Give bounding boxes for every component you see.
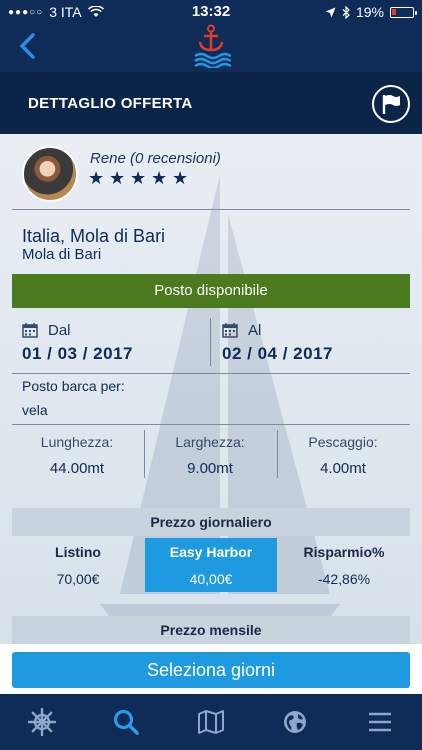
search-icon[interactable]: [112, 708, 140, 736]
owner-name[interactable]: Rene (0 recensioni): [90, 150, 221, 167]
boat-type-label: Posto barca per:: [22, 378, 125, 394]
length-value: 44.00mt: [49, 460, 105, 477]
savings-value: -42,86%: [317, 571, 371, 587]
top-bar: ●●●○○ 3 ITA 13:32 19%: [0, 0, 422, 72]
location-arrow-icon: [325, 7, 336, 17]
length-label: Lunghezza:: [40, 434, 114, 450]
calendar-icon: [222, 323, 238, 338]
star-icon: ★: [109, 168, 126, 188]
menu-icon[interactable]: [366, 708, 394, 736]
star-icon: ★: [130, 168, 147, 188]
easy-harbor-header: Easy Harbor: [169, 544, 253, 560]
boat-type-value: vela: [22, 402, 48, 418]
width-value: 9.00mt: [187, 460, 233, 477]
battery-percent: 19%: [355, 4, 384, 20]
flag-icon: [382, 95, 400, 114]
page-header: DETTAGLIO OFFERTA: [0, 72, 422, 134]
divider: [12, 209, 410, 210]
calendar-icon: [22, 323, 38, 338]
date-to[interactable]: Al 02 / 04 / 2017: [222, 320, 412, 366]
battery-icon: [390, 6, 417, 18]
bluetooth-icon: [342, 5, 350, 19]
length-block: Lunghezza: 44.00mt: [12, 434, 142, 477]
tab-bar: [0, 694, 422, 750]
date-to-label: Al: [248, 322, 262, 339]
location-title: Italia, Mola di Bari: [22, 226, 166, 246]
daily-price-title: Prezzo giornaliero: [12, 508, 410, 536]
helm-icon[interactable]: [28, 708, 56, 736]
draft-label: Pescaggio:: [308, 434, 378, 450]
date-from-value: 01 / 03 / 2017: [22, 344, 133, 363]
draft-block: Pescaggio: 4.00mt: [278, 434, 408, 477]
divider: [210, 318, 211, 366]
date-from[interactable]: Dal 01 / 03 / 2017: [22, 320, 212, 366]
flag-button[interactable]: [372, 85, 410, 123]
easy-harbor-price-column: Easy Harbor 40,00€: [145, 538, 277, 592]
rating-stars: ★ ★ ★ ★ ★: [88, 168, 189, 188]
globe-icon[interactable]: [281, 708, 309, 736]
location-subtitle: Mola di Bari: [22, 246, 102, 263]
date-from-label: Dal: [48, 322, 71, 339]
status-bar: ●●●○○ 3 ITA 13:32 19%: [0, 0, 422, 22]
star-icon: ★: [172, 168, 189, 188]
list-price-value: 70,00€: [56, 571, 100, 587]
select-days-button[interactable]: Seleziona giorni: [12, 652, 410, 688]
map-icon[interactable]: [197, 708, 225, 736]
availability-banner: Posto disponibile: [12, 274, 410, 308]
owner-profile[interactable]: Rene (0 recensioni) ★ ★ ★ ★ ★: [22, 146, 402, 212]
savings-column: Risparmio% -42,86%: [278, 538, 410, 592]
width-label: Larghezza:: [175, 434, 245, 450]
list-price-column: Listino 70,00€: [12, 538, 144, 592]
width-block: Larghezza: 9.00mt: [145, 434, 275, 477]
savings-header: Risparmio%: [303, 544, 385, 560]
avatar[interactable]: [22, 146, 78, 202]
date-to-value: 02 / 04 / 2017: [222, 344, 333, 363]
star-icon: ★: [88, 168, 105, 188]
divider: [12, 373, 410, 374]
monthly-price-title: Prezzo mensile: [12, 616, 410, 644]
anchor-waves-icon: [194, 24, 231, 68]
star-icon: ★: [151, 168, 168, 188]
offer-details: Rene (0 recensioni) ★ ★ ★ ★ ★ Italia, Mo…: [0, 134, 422, 644]
easy-harbor-value: 40,00€: [189, 571, 233, 587]
back-chevron-icon[interactable]: [16, 32, 40, 60]
draft-value: 4.00mt: [320, 460, 366, 477]
divider: [12, 424, 410, 425]
page-title: DETTAGLIO OFFERTA: [28, 95, 193, 112]
list-price-header: Listino: [55, 544, 101, 560]
